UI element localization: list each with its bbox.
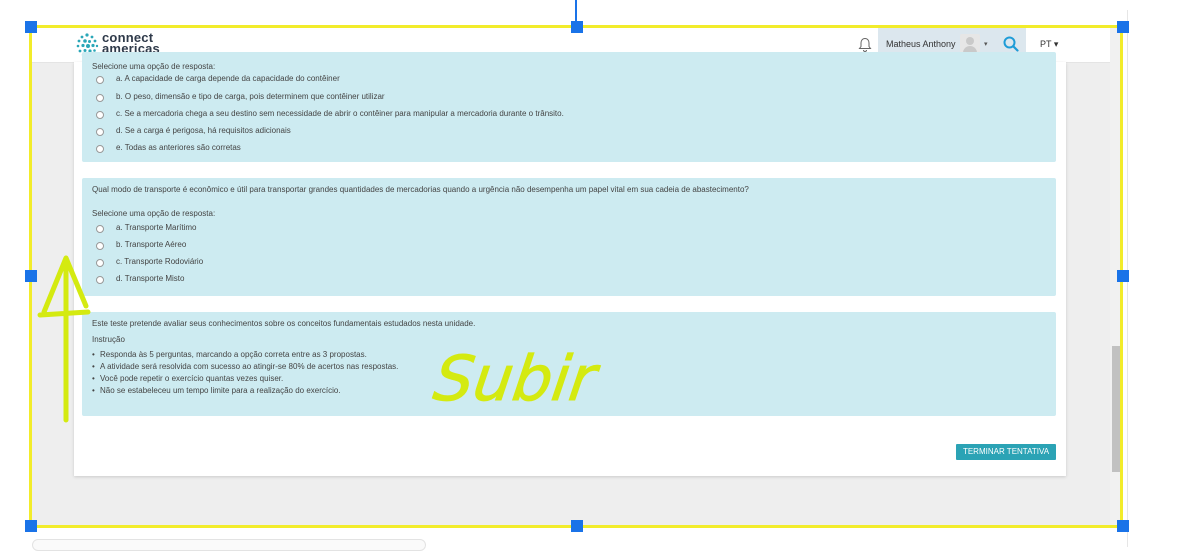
resize-handle-top[interactable] xyxy=(571,21,583,33)
resize-handle-left[interactable] xyxy=(25,270,37,282)
resize-handle-top-right[interactable] xyxy=(1117,21,1129,33)
resize-handle-bottom[interactable] xyxy=(571,520,583,532)
bottom-panel-fragment xyxy=(32,539,426,551)
annotation-text: Subir xyxy=(430,342,604,415)
arrow-up-icon xyxy=(37,255,91,423)
resize-handle-bottom-right[interactable] xyxy=(1117,520,1129,532)
resize-handle-bottom-left[interactable] xyxy=(25,520,37,532)
resize-handle-top-left[interactable] xyxy=(25,21,37,33)
handwritten-annotation: Subir xyxy=(37,255,604,423)
resize-handle-right[interactable] xyxy=(1117,270,1129,282)
